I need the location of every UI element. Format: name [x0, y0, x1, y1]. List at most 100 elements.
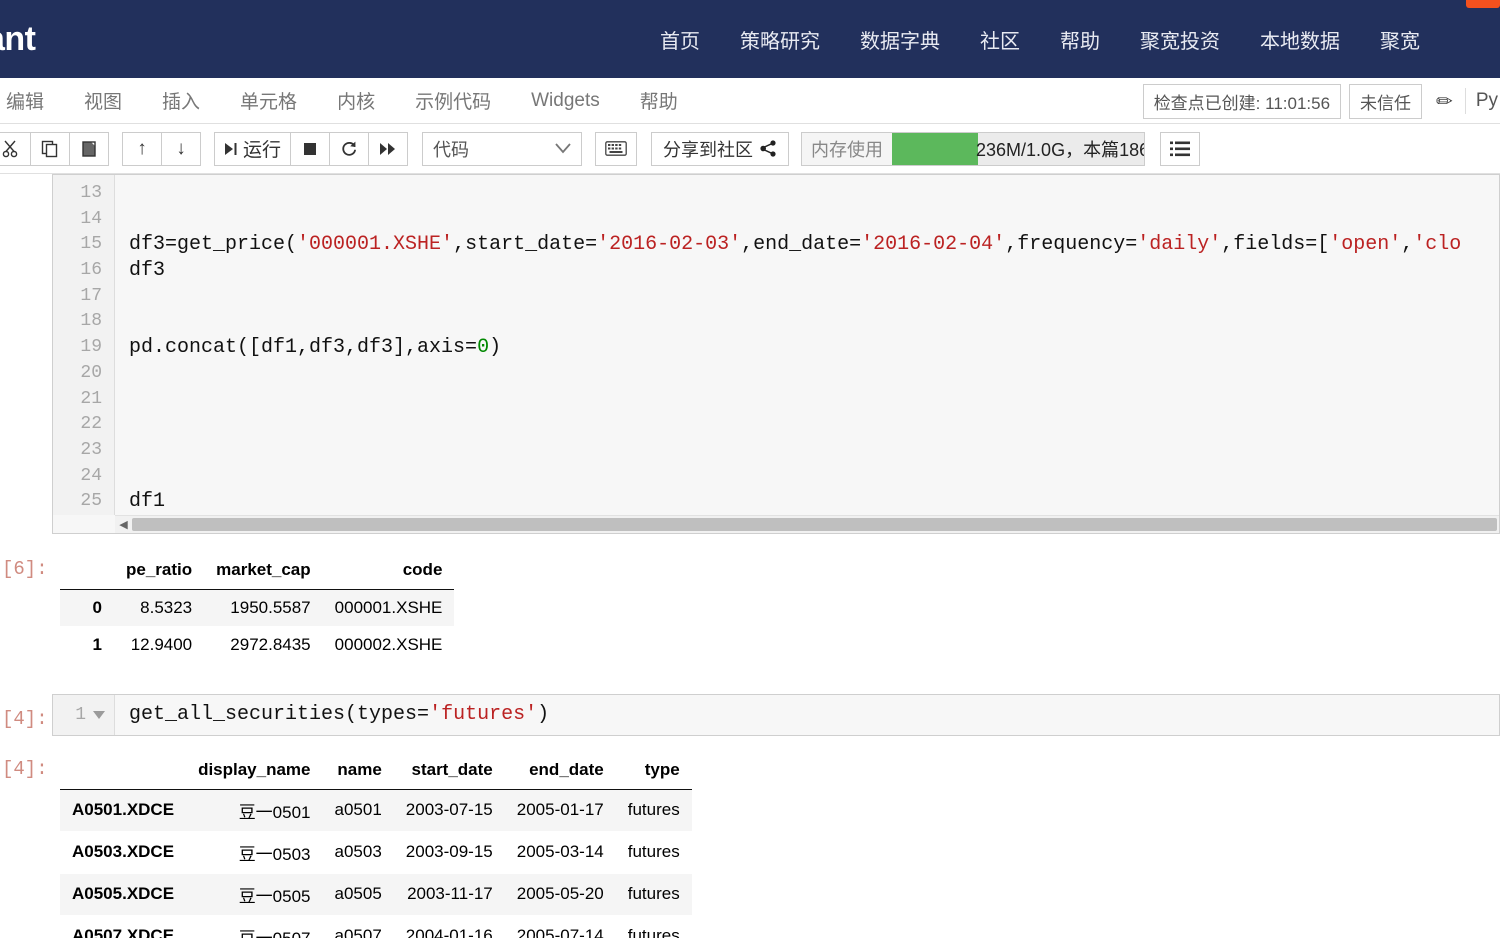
table-header-row: display_name name start_date end_date type: [60, 751, 692, 790]
memory-usage-bar: 236M/1.0G，本篇186.84: [892, 132, 1145, 165]
code-cell-2-source[interactable]: get_all_securities(types='futures'): [115, 695, 549, 735]
code-token-string: 'futures': [429, 702, 538, 726]
row-index-cell: A0505.XDCE: [72, 884, 175, 904]
nav-item-data-dictionary[interactable]: 数据字典: [840, 25, 960, 54]
line-number: 18: [80, 311, 102, 332]
code-cell-1[interactable]: 13 14 15 16 17 18 19 20 21 22 23 24 25 df3=get_price…: [0, 174, 1500, 534]
code-token-plain: get_all_securities(types=: [129, 702, 430, 726]
nav-item-joinquant[interactable]: 聚宽: [1360, 25, 1440, 54]
code-cell-1-editor[interactable]: 13 14 15 16 17 18 19 20 21 22 23 24 25 df3=get_price…: [52, 174, 1500, 534]
edit-pencil-icon[interactable]: ✏: [1436, 89, 1453, 114]
code-token-string: '2016-02-04': [861, 233, 1006, 257]
clipboard-button-group: [0, 131, 109, 166]
code-token-plain: ): [489, 336, 502, 360]
collapse-triangle-icon[interactable]: [93, 710, 105, 719]
memory-usage-indicator[interactable]: 内存使用 236M/1.0G，本篇186.84: [801, 131, 1146, 166]
table-cell: 000001.XSHE: [334, 597, 443, 617]
code-cell-2-editor[interactable]: 1 get_all_securities(types='futures'): [52, 693, 1500, 736]
table-cell: a0507: [334, 926, 382, 938]
menu-edit[interactable]: 编辑: [0, 87, 64, 114]
code-token-plain: df3=get_price(: [129, 233, 298, 257]
column-header: name: [322, 751, 394, 790]
line-number: 23: [80, 439, 102, 460]
interrupt-kernel-button[interactable]: [290, 131, 331, 166]
code-line: df1: [129, 489, 1499, 515]
move-cell-up-button[interactable]: ↑: [122, 131, 162, 166]
menu-sample-code[interactable]: 示例代码: [395, 87, 511, 114]
scroll-left-arrow-icon[interactable]: ◀: [115, 516, 132, 533]
site-logo[interactable]: ant: [0, 20, 36, 59]
line-number: 14: [80, 208, 102, 229]
table-cell: 2003-11-17: [407, 884, 493, 904]
run-cell-button[interactable]: 运行: [214, 131, 292, 166]
line-number: 20: [80, 362, 102, 383]
code-line: pd.concat([df1,df3,df3],axis=0): [129, 335, 1499, 361]
cut-button[interactable]: [0, 131, 31, 166]
nav-item-home[interactable]: 首页: [640, 25, 720, 54]
menu-insert[interactable]: 插入: [142, 87, 220, 114]
menu-view[interactable]: 视图: [64, 87, 142, 114]
output-prompt-1: [6]:: [2, 557, 48, 580]
nav-item-strategy-research[interactable]: 策略研究: [720, 25, 840, 54]
notebook-body: 13 14 15 16 17 18 19 20 21 22 23 24 25 df3=get_price…: [0, 174, 1500, 938]
notebook-toolbar: ↑ ↓ 运行 代码 分享到社区 内存使用 236M/1.0G，本篇18: [0, 124, 1500, 174]
share-icon: [760, 140, 776, 157]
table-cell: 12.9400: [130, 634, 193, 654]
code-cell-1-source[interactable]: df3=get_price('000001.XSHE',start_date='…: [115, 175, 1499, 515]
paste-button[interactable]: [69, 131, 109, 166]
column-header: display_name: [186, 751, 323, 790]
table-row: 0 8.5323 1950.5587 000001.XSHE: [60, 589, 455, 627]
code-token-plain: ,frequency=: [1005, 233, 1138, 257]
jupyter-notebook-page: ant 首页 策略研究 数据字典 社区 帮助 聚宽投资 本地数据 聚宽 编辑 视…: [0, 0, 1500, 938]
run-button-group: 运行: [214, 131, 409, 166]
column-header: type: [615, 751, 692, 790]
dataframe-table-2: display_name name start_date end_date type A…: [60, 751, 692, 938]
output-prompt-2: [4]:: [2, 757, 48, 780]
share-to-community-button[interactable]: 分享到社区: [651, 131, 790, 166]
line-number: 22: [80, 414, 102, 435]
table-cell: 2972.8435: [230, 634, 311, 654]
code-cell-1-horizontal-scrollbar[interactable]: ◀: [115, 514, 1499, 533]
nav-item-local-data[interactable]: 本地数据: [1240, 25, 1360, 54]
move-cell-down-button[interactable]: ↓: [161, 131, 201, 166]
menu-help[interactable]: 帮助: [620, 87, 698, 114]
scrollbar-thumb[interactable]: [132, 517, 1497, 531]
code-cell-2-line-numbers: 1: [53, 694, 115, 735]
menu-widgets[interactable]: Widgets: [511, 90, 620, 112]
menubar-right-status: 检查点已创建: 11:01:56 未信任 ✏ Py: [1142, 78, 1500, 124]
table-cell: 2005-01-17: [516, 800, 604, 820]
restart-run-all-button[interactable]: [368, 131, 409, 166]
trust-status-badge[interactable]: 未信任: [1349, 83, 1423, 119]
column-header-index: [60, 551, 114, 590]
code-cell-2[interactable]: [4]: 1 get_all_securities(types='futures…: [0, 693, 1500, 736]
nav-item-joinquant-invest[interactable]: 聚宽投资: [1120, 25, 1240, 54]
column-header: market_cap: [204, 551, 323, 590]
notification-badge-icon[interactable]: [1466, 0, 1500, 8]
copy-button[interactable]: [30, 131, 70, 166]
column-header-index: [60, 751, 187, 790]
menu-cell[interactable]: 单元格: [220, 87, 317, 114]
code-token-plain: ,end_date=: [741, 233, 862, 257]
row-index-cell: 0: [92, 597, 102, 617]
column-header: pe_ratio: [114, 551, 205, 590]
code-token-string: 'clo: [1413, 233, 1462, 257]
nav-item-community[interactable]: 社区: [960, 25, 1040, 54]
table-cell: 1950.5587: [230, 597, 311, 617]
keyboard-shortcuts-button[interactable]: [595, 131, 638, 166]
restart-kernel-button[interactable]: [329, 131, 370, 166]
command-palette-button[interactable]: [1160, 131, 1201, 166]
menu-kernel[interactable]: 内核: [317, 87, 395, 114]
cell-type-select[interactable]: 代码: [422, 131, 583, 166]
top-nav-items: 首页 策略研究 数据字典 社区 帮助 聚宽投资 本地数据 聚宽: [640, 0, 1440, 78]
table-cell: 2005-03-14: [516, 842, 604, 862]
cell-type-value: 代码: [433, 139, 470, 160]
code-cell-1-body: 13 14 15 16 17 18 19 20 21 22 23 24 25 df3=get_price…: [53, 175, 1499, 515]
table-cell: futures: [627, 800, 680, 820]
code-token-plain-close: ): [537, 702, 550, 726]
dataframe-2-body: A0501.XDCE 豆一0501 a0501 2003-07-15 2005-01-1…: [60, 789, 692, 938]
nav-item-help[interactable]: 帮助: [1040, 25, 1120, 54]
